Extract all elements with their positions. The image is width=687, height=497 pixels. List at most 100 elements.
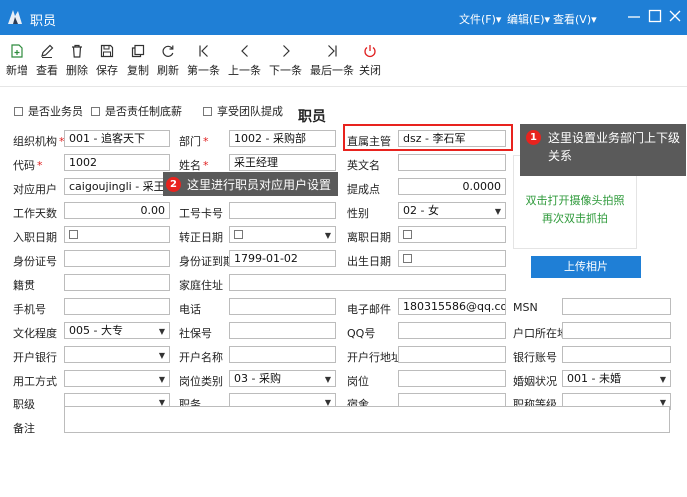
gender-select[interactable]: 02 - 女 ▼ [398,202,506,219]
phone-field[interactable] [229,298,336,315]
regular-date-field[interactable]: ▼ [229,226,336,243]
upload-photo-button[interactable]: 上传相片 [531,256,641,278]
bank-select[interactable]: ▼ [64,346,170,363]
last-record-button[interactable]: 最后一条 [310,43,354,83]
photo-hint-1: 双击打开摄像头拍照 [525,194,625,207]
save-button[interactable]: 保存 [96,43,118,83]
msn-field[interactable] [562,298,671,315]
form-heading: 职员 [298,109,326,125]
option-salesperson[interactable]: 是否业务员 [14,103,83,119]
id-expire-field[interactable]: 1799-01-02 [229,250,336,267]
org-field[interactable]: 001 - 追客天下 [64,130,170,147]
refresh-button[interactable]: 刷新 [157,43,179,83]
post-field[interactable] [398,370,506,387]
household-field[interactable] [562,322,671,339]
checkbox-icon[interactable] [14,106,23,116]
tip-number-1: 1 [526,130,541,145]
mobile-field[interactable] [64,298,170,315]
next-record-button[interactable]: 下一条 [269,43,302,83]
dropdown-arrow-icon: ▼ [659,375,666,384]
account-name-field[interactable] [229,346,336,363]
checkbox-icon[interactable] [91,106,100,116]
msn-label: MSN [513,301,538,314]
account-name-label: 开户名称 [179,351,223,364]
work-days-field[interactable]: 0.00 [64,202,170,219]
copy-icon [131,44,145,58]
checkbox-icon[interactable] [234,230,243,239]
checkbox-icon[interactable] [203,106,212,116]
work-days-label: 工作天数 [13,207,57,220]
native-place-field[interactable] [64,274,170,291]
home-address-label: 家庭住址 [179,279,223,292]
work-no-field[interactable] [229,202,336,219]
dropdown-arrow-icon: ▼ [324,231,331,240]
checkbox-icon[interactable] [403,254,412,263]
edit-icon [41,44,54,58]
tip-supervisor: 1 这里设置业务部门上下级关系 [520,124,686,176]
employment-select[interactable]: ▼ [64,370,170,387]
post-type-label: 岗位类别 [179,375,223,388]
birthday-field[interactable] [398,250,506,267]
minimize-icon[interactable] [625,7,643,25]
option-team-commission[interactable]: 享受团队提成 [203,103,283,119]
first-record-button[interactable]: 第一条 [187,43,220,83]
entry-date-field[interactable] [64,226,170,243]
dropdown-arrow-icon: ▼ [324,375,331,384]
id-card-field[interactable] [64,250,170,267]
maximize-icon[interactable] [646,7,664,25]
bank-account-field[interactable] [562,346,671,363]
menu-edit[interactable]: 编辑(E)▾ [507,11,550,27]
social-security-field[interactable] [229,322,336,339]
org-label: 组织机构 * [13,135,65,148]
dropdown-arrow-icon: ▼ [158,375,165,384]
close-window-icon[interactable] [666,7,684,25]
bank-address-field[interactable] [398,346,506,363]
chevron-right-icon [282,45,290,57]
bank-address-label: 开户行地址 [347,351,402,364]
home-address-field[interactable] [229,274,506,291]
education-select[interactable]: 005 - 大专 ▼ [64,322,170,339]
marital-select[interactable]: 001 - 未婚 ▼ [562,370,671,387]
education-label: 文化程度 [13,327,57,340]
bank-label: 开户银行 [13,351,57,364]
leave-date-label: 离职日期 [347,231,391,244]
code-field[interactable]: 1002 [64,154,170,171]
copy-button[interactable]: 复制 [127,43,149,83]
leave-date-field[interactable] [398,226,506,243]
supervisor-field[interactable]: dsz - 李石军 [398,130,506,147]
tip-number-2: 2 [166,177,181,192]
prev-record-button[interactable]: 上一条 [228,43,261,83]
delete-button[interactable]: 删除 [66,43,88,83]
post-label: 岗位 [347,375,369,388]
native-place-label: 籍贯 [13,279,35,292]
id-expire-label: 身份证到期 [179,255,234,268]
checkbox-icon[interactable] [403,230,412,239]
user-field[interactable]: caigoujingli - 采王经 [64,178,170,195]
power-icon [364,45,376,58]
name-field[interactable]: 采王经理 [229,154,336,171]
view-button[interactable]: 查看 [36,43,58,83]
rank-label: 职级 [13,398,35,411]
dropdown-arrow-icon: ▼ [494,207,501,216]
english-name-field[interactable] [398,154,506,171]
qq-field[interactable] [398,322,506,339]
checkbox-icon[interactable] [69,230,78,239]
gender-label: 性别 [347,207,369,220]
name-label: 姓名 * [179,159,209,172]
menu-view[interactable]: 查看(V)▾ [553,11,597,27]
toolbar: 新增 查看 删除 保存 复制 刷新 第一条 上一条 下一条 最后一条 关闭 [0,35,687,87]
new-button[interactable]: 新增 [6,43,28,83]
option-responsibility-salary[interactable]: 是否责任制底薪 [91,103,182,119]
last-icon [328,45,337,57]
email-field[interactable]: 180315586@qq.com [398,298,506,315]
commission-field[interactable]: 0.0000 [398,178,506,195]
dept-field[interactable]: 1002 - 采购部 [229,130,336,147]
remark-field[interactable] [64,406,670,433]
user-label: 对应用户 [13,183,57,196]
post-type-select[interactable]: 03 - 采购 ▼ [229,370,336,387]
remark-label: 备注 [13,422,35,435]
commission-label: 提成点 [347,183,380,196]
menu-file[interactable]: 文件(F)▾ [459,11,501,27]
close-button[interactable]: 关闭 [359,43,381,83]
new-icon [11,44,23,58]
